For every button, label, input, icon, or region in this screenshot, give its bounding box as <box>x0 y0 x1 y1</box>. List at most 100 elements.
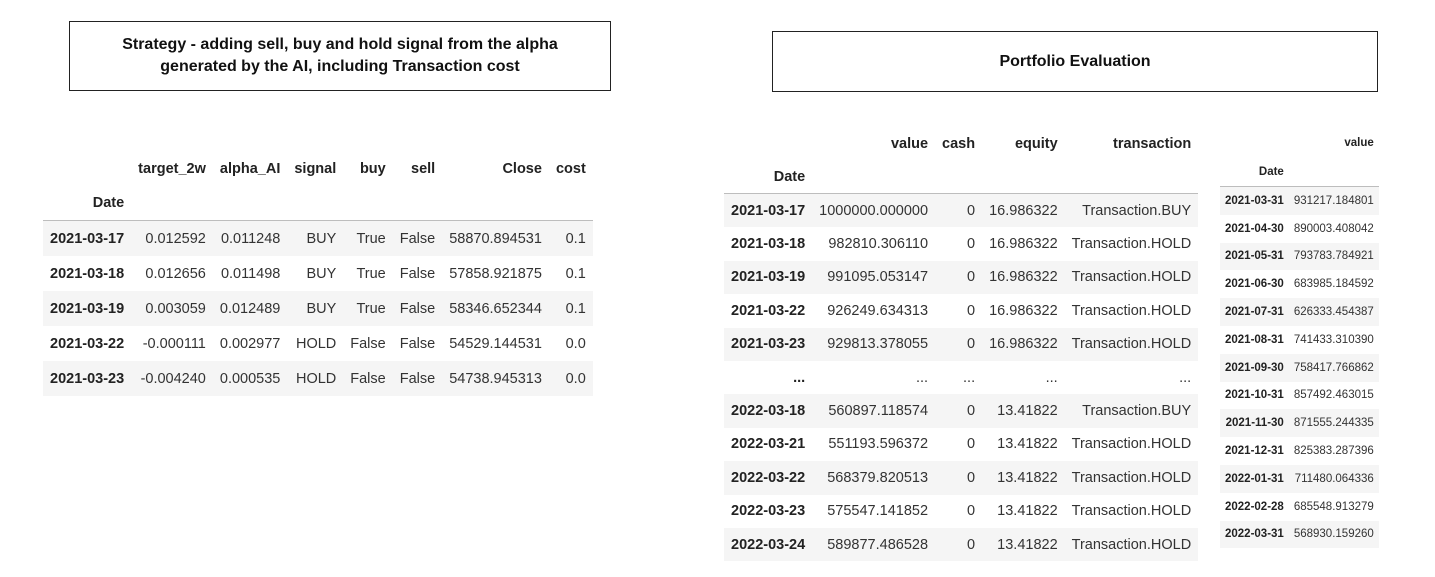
table-cell: Transaction.HOLD <box>1071 503 1192 520</box>
table-cell: Transaction.HOLD <box>1071 302 1192 319</box>
table-row: 2022-03-21 551193.596372 0 13.41822 Transact… <box>724 427 1199 462</box>
row-date: 2021-03-19 <box>50 300 125 317</box>
row-date: 2021-10-31 <box>1225 389 1284 402</box>
table-cell: 0 <box>967 403 976 420</box>
strategy-table-header: target_2w alpha_AI signal buy sell Close cost … <box>43 152 593 221</box>
table-row: 2021-04-30 890003.408042 <box>1220 214 1379 243</box>
table-row: 2021-03-19 0.003059 0.012489 BUY True False 58… <box>43 291 593 326</box>
table-cell: False <box>399 370 436 387</box>
table-cell: 0.012656 <box>145 265 206 282</box>
table-row: 2021-03-17 1000000.000000 0 16.986322 Transa… <box>724 193 1199 228</box>
table-cell: 13.41822 <box>997 436 1058 453</box>
index-name: Date <box>724 160 813 194</box>
row-date: 2021-06-30 <box>1225 278 1284 291</box>
table-row: 2021-03-22 -0.000111 0.002977 HOLD False Fals… <box>43 326 593 361</box>
portfolio-title: Portfolio Evaluation <box>999 52 1151 70</box>
table-cell: 16.986322 <box>989 269 1058 286</box>
table-cell: 1000000.000000 <box>819 202 929 219</box>
table-cell: BUY <box>306 265 337 282</box>
table-cell: False <box>399 230 436 247</box>
table-cell: 758417.766862 <box>1293 361 1374 374</box>
table-cell: 991095.053147 <box>827 269 929 286</box>
index-header-spacer <box>287 186 344 221</box>
index-header-spacer <box>982 160 1065 194</box>
table-cell: 16.986322 <box>989 336 1058 353</box>
table-cell: ... <box>963 369 976 386</box>
table-cell: 58346.652344 <box>449 300 542 317</box>
table-cell: False <box>350 335 386 352</box>
table-cell: 568930.159260 <box>1293 528 1374 541</box>
portfolio-table-header: value cash equity transaction Date <box>724 127 1199 194</box>
row-date: 2021-12-31 <box>1225 445 1284 458</box>
table-cell: BUY <box>306 300 337 317</box>
portfolio-table: value cash equity transaction Date 2021-03-… <box>724 127 1199 562</box>
column-header: value <box>1344 137 1374 149</box>
portfolio-title-box: Portfolio Evaluation <box>772 31 1378 92</box>
table-cell: 16.986322 <box>989 236 1058 253</box>
table-row: 2022-03-24 589877.486528 0 13.41822 Transact… <box>724 527 1199 562</box>
row-date: 2022-03-23 <box>731 503 806 520</box>
table-cell: 0 <box>967 469 976 486</box>
column-header-row: value cash equity transaction <box>724 127 1198 160</box>
row-date: 2021-04-30 <box>1225 222 1284 235</box>
table-row: 2022-03-18 560897.118574 0 13.41822 Transact… <box>724 394 1199 428</box>
row-date: 2022-03-22 <box>731 469 806 486</box>
table-row: 2022-01-31 711480.064336 <box>1220 464 1379 493</box>
table-row: 2022-03-23 575547.141852 0 13.41822 Transact… <box>724 494 1199 528</box>
table-cell: True <box>356 230 386 247</box>
row-date: 2021-03-23 <box>50 370 125 387</box>
table-cell: 929813.378055 <box>827 336 929 353</box>
index-header-spacer <box>1064 160 1199 194</box>
row-date: 2021-11-30 <box>1225 417 1284 430</box>
column-header: signal <box>294 161 337 177</box>
table-cell: 13.41822 <box>997 503 1058 520</box>
monthly-value-table: value Date 2021-03-31 931217.184801 2021-0… <box>1220 128 1379 549</box>
index-header-row: Date <box>1220 158 1379 187</box>
row-date: 2021-08-31 <box>1225 333 1284 346</box>
table-cell: 626333.454387 <box>1293 306 1374 319</box>
table-cell: 0.1 <box>565 300 586 317</box>
table-cell: Transaction.HOLD <box>1071 269 1192 286</box>
table-row: 2022-02-28 685548.913279 <box>1220 492 1379 521</box>
table-cell: 982810.306110 <box>828 236 929 253</box>
table-cell: 16.986322 <box>989 302 1058 319</box>
strategy-title-box: Strategy - adding sell, buy and hold sig… <box>69 21 611 91</box>
row-date: 2021-03-22 <box>731 302 806 319</box>
table-cell: 741433.310390 <box>1293 333 1374 346</box>
table-cell: False <box>399 335 436 352</box>
index-header-spacer <box>131 186 213 221</box>
table-cell: 568379.820513 <box>827 469 929 486</box>
index-header-spacer <box>442 186 549 221</box>
table-row: 2021-12-31 825383.287396 <box>1220 437 1379 465</box>
column-header-row: target_2w alpha_AI signal buy sell Close cost <box>43 152 593 186</box>
table-row: 2021-03-18 982810.306110 0 16.986322 Transac… <box>724 227 1199 261</box>
table-row: 2021-03-17 0.012592 0.011248 BUY True False 58… <box>43 220 593 256</box>
header-corner <box>1220 128 1289 158</box>
index-header-spacer <box>392 186 443 221</box>
row-date: 2021-03-31 <box>1225 194 1284 207</box>
table-cell: 871555.244335 <box>1293 417 1374 430</box>
table-cell: 0 <box>967 269 976 286</box>
column-header: equity <box>1014 135 1058 152</box>
table-cell: 0 <box>967 336 976 353</box>
row-date: 2021-05-31 <box>1225 250 1284 263</box>
strategy-title: Strategy - adding sell, buy and hold sig… <box>122 36 558 75</box>
table-cell: True <box>356 300 386 317</box>
table-cell: 0 <box>967 236 976 253</box>
column-header: value <box>890 135 929 152</box>
column-header: cost <box>555 161 586 177</box>
index-header-spacer <box>343 186 393 221</box>
table-cell: Transaction.HOLD <box>1071 336 1192 353</box>
table-cell: Transaction.BUY <box>1082 403 1192 420</box>
table-cell: 0 <box>967 436 976 453</box>
table-cell: 0.0 <box>565 335 586 352</box>
table-cell: Transaction.BUY <box>1082 202 1192 219</box>
table-cell: ... <box>915 369 929 386</box>
table-cell: True <box>356 265 386 282</box>
table-cell: 711480.064336 <box>1294 472 1374 485</box>
table-cell: 890003.408042 <box>1293 222 1374 235</box>
table-row: ............... <box>724 360 1199 395</box>
row-date: 2022-02-28 <box>1225 500 1284 513</box>
table-cell: ... <box>1179 369 1192 386</box>
table-cell: 0 <box>967 202 976 219</box>
